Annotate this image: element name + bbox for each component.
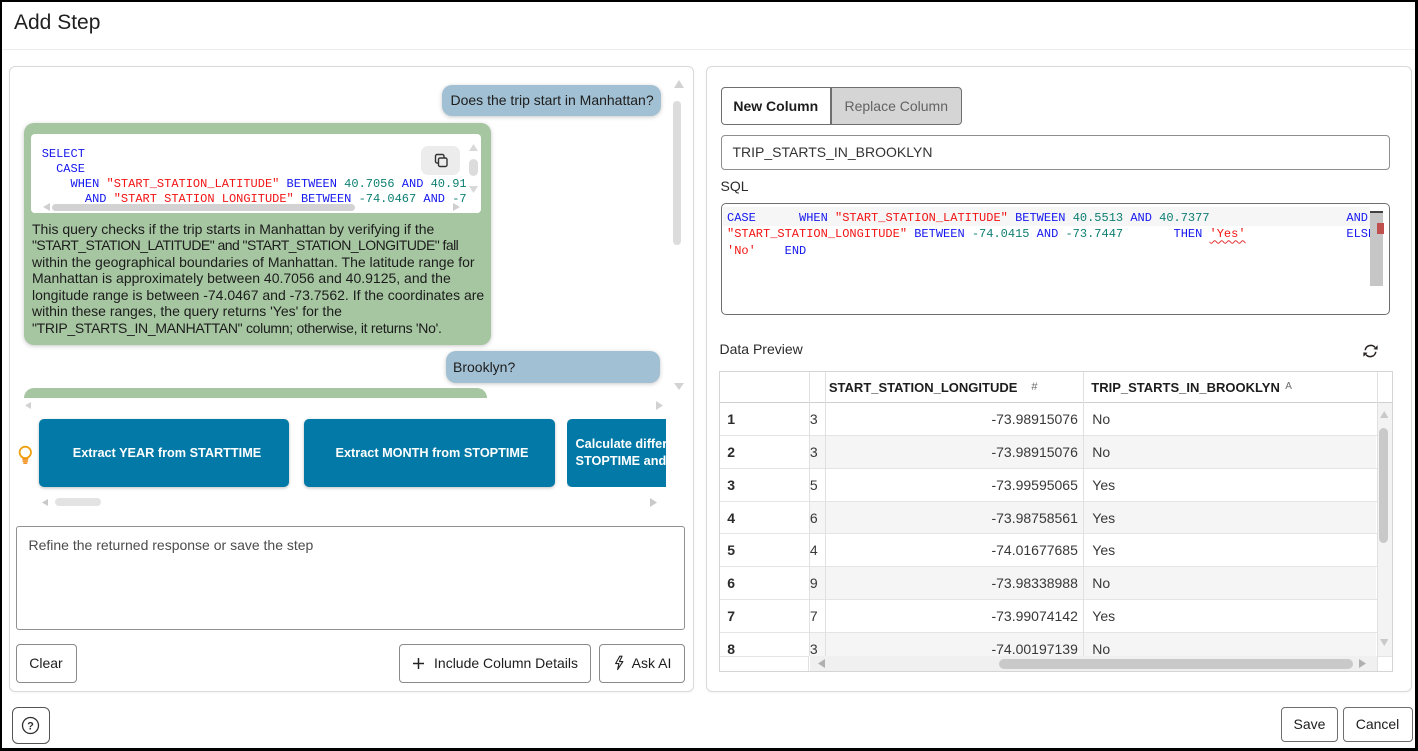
svg-text:?: ? — [27, 720, 34, 732]
